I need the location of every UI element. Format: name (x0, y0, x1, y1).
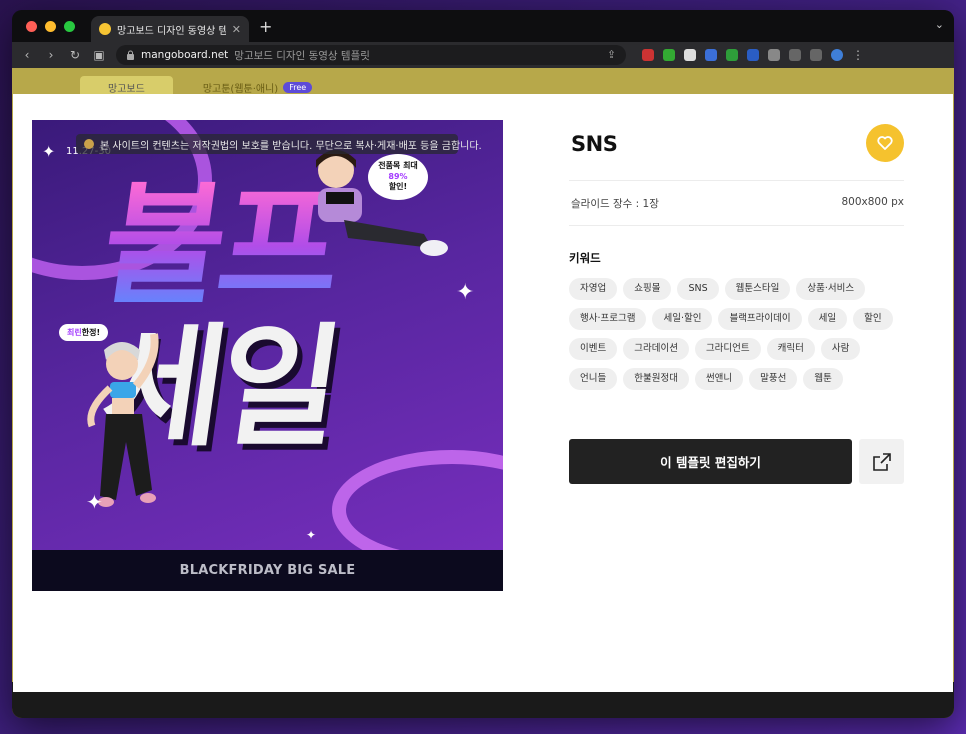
keyword-chip[interactable]: 웹툰 (803, 368, 843, 390)
speech-line3: 할인! (388, 182, 408, 192)
extension-icons: ⋮ (642, 48, 864, 62)
copyright-icon (84, 139, 94, 149)
keyword-chip[interactable]: 행사·프로그램 (569, 308, 647, 330)
keyword-chip[interactable]: 이벤트 (569, 338, 618, 360)
slide-count: 슬라이드 장수 : 1장 (571, 198, 659, 210)
site-tab-mangotoon-label: 망고툰(웹툰·애니) (202, 84, 279, 95)
keywords-heading: 키워드 (569, 251, 601, 265)
sparkle-icon: ✦ (306, 528, 317, 542)
mango-favicon-icon (99, 23, 111, 35)
keyword-chip[interactable]: 블랙프라이데이 (718, 308, 802, 330)
keyword-chip[interactable]: SNS (677, 278, 719, 300)
keyword-chips: 자영업 쇼핑몰 SNS 웹툰스타일 상품·서비스 행사·프로그램 세일·할인 블… (569, 278, 904, 390)
speech2-accent: 최린 (67, 328, 82, 337)
keyword-chip[interactable]: 언니들 (569, 368, 618, 390)
copyright-notice-bar: 본 사이트의 컨텐츠는 저작권법의 보호를 받습니다. 무단으로 복사·게재·배… (76, 134, 482, 154)
template-detail-modal: 본 사이트의 컨텐츠는 저작권법의 보호를 받습니다. 무단으로 복사·게재·배… (13, 94, 953, 692)
speech2-text: 한정! (81, 328, 101, 337)
keyword-chip[interactable]: 썬앤니 (694, 368, 744, 390)
download-icon[interactable] (789, 49, 801, 61)
profile-avatar[interactable] (831, 49, 843, 61)
speech-accent: 89% (388, 171, 408, 181)
tab-close-icon[interactable]: ✕ (232, 23, 241, 36)
keyword-chip[interactable]: 할인 (853, 308, 893, 330)
keyword-chip[interactable]: 세일·할인 (652, 308, 713, 330)
url-page-title: 망고보드 디자인 동영상 템플릿 (234, 49, 370, 62)
keyword-chip[interactable]: 한불원정대 (623, 368, 689, 390)
browser-tab[interactable]: 망고보드 디자인 동영상 템플릿 ✕ (91, 16, 249, 42)
favorite-button[interactable] (866, 124, 904, 162)
sparkle-icon: ✦ (86, 490, 103, 514)
minimize-window-button[interactable] (45, 20, 56, 32)
keyword-chip[interactable]: 캐릭터 (766, 338, 815, 360)
extension-icon[interactable] (663, 49, 675, 61)
template-preview: 본 사이트의 컨텐츠는 저작권법의 보호를 받습니다. 무단으로 복사·게재·배… (32, 120, 503, 591)
menu-icon[interactable]: ⋮ (852, 48, 864, 62)
reload-button[interactable]: ↻ (68, 48, 82, 62)
keyword-chip[interactable]: 상품·서비스 (796, 278, 866, 300)
free-badge: Free (283, 82, 313, 93)
keyword-chip[interactable]: 사람 (820, 338, 861, 360)
template-title: SNS (571, 132, 618, 156)
external-link-icon (872, 452, 891, 471)
heart-icon (877, 136, 893, 150)
extension-icon[interactable] (726, 49, 738, 61)
edit-template-button[interactable]: 이 템플릿 편집하기 (569, 439, 852, 484)
close-window-button[interactable] (26, 20, 37, 32)
extension-icon[interactable] (684, 49, 696, 61)
new-tab-button[interactable]: + (259, 17, 272, 36)
puzzle-icon[interactable] (768, 49, 780, 61)
notion-icon[interactable]: ▣ (92, 48, 106, 62)
window-controls (26, 20, 75, 32)
sidebar-icon[interactable] (810, 49, 822, 61)
sale-footer: BLACKFRIDAY BIG SALE (32, 550, 503, 591)
browser-toolbar: ‹ › ↻ ▣ mangoboard.net 망고보드 디자인 동영상 템플릿 … (12, 42, 954, 68)
keyword-chip[interactable]: 그라데이션 (623, 338, 689, 360)
tab-bar: 망고보드 디자인 동영상 템플릿 ✕ + ⌄ (12, 10, 954, 42)
sparkle-icon: ✦ (456, 280, 475, 305)
extension-icon[interactable] (642, 49, 654, 61)
speech-bubble-discount: 전품목 최대 89% 할인! (368, 154, 428, 200)
keyword-chip[interactable]: 웹툰스타일 (724, 278, 791, 300)
tabbar-right: ⌄ (935, 18, 944, 31)
extension-icon[interactable] (705, 49, 717, 61)
share-icon[interactable]: ⇪ (607, 49, 616, 61)
sparkle-icon: ✦ (42, 142, 56, 161)
speech-bubble-limited: 최린한정! (59, 324, 109, 341)
template-meta: 슬라이드 장수 : 1장 800x800 px (571, 196, 904, 211)
lock-icon (127, 50, 134, 60)
keyword-chip[interactable]: 세일 (807, 308, 848, 330)
speech-line1: 전품목 최대 (378, 161, 418, 171)
url-domain: mangoboard.net (141, 49, 229, 61)
open-new-window-button[interactable] (859, 439, 904, 484)
tab-title: 망고보드 디자인 동영상 템플릿 (117, 25, 226, 37)
site-tab-mangotoon[interactable]: 망고툰(웹툰·애니) Free (202, 80, 313, 95)
divider (569, 180, 904, 181)
maximize-window-button[interactable] (64, 20, 75, 32)
forward-button[interactable]: › (44, 48, 58, 62)
keyword-chip[interactable]: 자영업 (569, 278, 618, 300)
keyword-chip[interactable]: 말풍선 (749, 368, 798, 390)
back-button[interactable]: ‹ (20, 48, 34, 62)
template-size: 800x800 px (841, 196, 904, 208)
keyword-chip[interactable]: 그라디언트 (694, 338, 761, 360)
address-bar[interactable]: mangoboard.net 망고보드 디자인 동영상 템플릿 ⇪ (116, 45, 626, 65)
keyword-chip[interactable]: 쇼핑몰 (623, 278, 672, 300)
chevron-down-icon[interactable]: ⌄ (935, 18, 944, 31)
extension-icon[interactable] (747, 49, 759, 61)
copyright-notice: 본 사이트의 컨텐츠는 저작권법의 보호를 받습니다. 무단으로 복사·게재·배… (100, 140, 482, 152)
divider (569, 225, 904, 226)
